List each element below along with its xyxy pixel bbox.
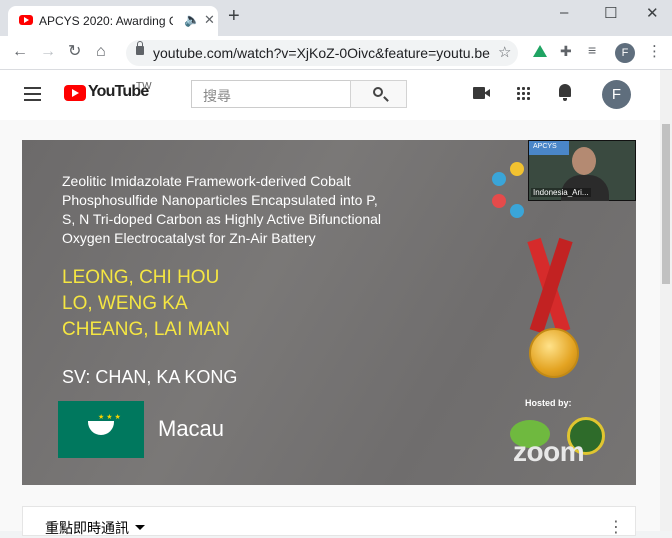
close-window-button[interactable]: ✕ <box>646 4 659 22</box>
media-control-icon[interactable]: ≡ <box>588 42 596 58</box>
title-line: Oxygen Electrocatalyst for Zn-Air Batter… <box>62 230 316 246</box>
search-icon <box>373 87 383 97</box>
more-options-icon[interactable]: ⋮ <box>608 517 624 537</box>
search-input[interactable]: 搜尋 <box>191 80 351 108</box>
hexagon-icon <box>492 194 506 208</box>
minimize-button[interactable]: – <box>560 4 568 21</box>
reload-button[interactable]: ↻ <box>68 42 81 62</box>
lock-icon[interactable] <box>136 41 144 55</box>
home-button[interactable]: ⌂ <box>96 42 106 62</box>
address-bar[interactable]: youtube.com/watch?v=XjKoZ-0Oivc&feature=… <box>126 40 518 66</box>
browser-tab[interactable]: APCYS 2020: Awarding Cer 🔈 ✕ <box>8 6 218 36</box>
url-text[interactable]: youtube.com/watch?v=XjKoZ-0Oivc&feature=… <box>153 45 490 61</box>
hosted-by-label: Hosted by: <box>525 398 572 408</box>
forward-button[interactable]: → <box>40 42 56 62</box>
youtube-region-label: TW <box>136 81 152 92</box>
youtube-header: YouTube TW 搜尋 F <box>0 70 660 120</box>
speaker-webcam-thumbnail: APCYS Indonesia_Ari... <box>528 140 636 201</box>
country-label: Macau <box>158 416 225 441</box>
lotus-icon <box>88 421 114 435</box>
gold-medal-icon <box>529 328 579 378</box>
tab-close-icon[interactable]: ✕ <box>204 12 215 28</box>
create-video-icon[interactable] <box>473 87 490 99</box>
browser-tab-strip: APCYS 2020: Awarding Cer 🔈 ✕ + – ☐ ✕ <box>0 0 672 36</box>
video-player[interactable]: Zeolitic Imidazolate Framework-derived C… <box>22 140 636 485</box>
hamburger-menu-icon[interactable] <box>24 87 41 101</box>
hexagon-icon <box>510 204 524 218</box>
webcam-banner: APCYS <box>529 141 569 155</box>
apps-grid-icon[interactable] <box>516 86 530 100</box>
speaker-face <box>572 147 596 175</box>
browser-toolbar: ← → ↻ ⌂ youtube.com/watch?v=XjKoZ-0Oivc&… <box>0 36 672 70</box>
new-tab-button[interactable]: + <box>228 6 240 26</box>
maximize-button[interactable]: ☐ <box>604 4 617 22</box>
apcys-molecule-logo <box>492 160 532 220</box>
youtube-favicon-icon <box>19 15 33 25</box>
hexagon-icon <box>510 162 524 176</box>
hexagon-icon <box>492 172 506 186</box>
video-slide-title: Zeolitic Imidazolate Framework-derived C… <box>62 172 462 248</box>
author-name: CHEANG, LAI MAN <box>62 319 230 340</box>
chrome-menu-icon[interactable]: ⋮ <box>647 42 662 60</box>
profile-avatar[interactable]: F <box>615 43 635 63</box>
chat-mode-selector[interactable]: 重點即時通訊 <box>45 518 129 538</box>
participant-name: Indonesia_Ari... <box>531 188 591 197</box>
macau-flag: ★ ★ ★ <box>58 401 144 458</box>
notifications-bell-icon[interactable] <box>557 84 573 102</box>
account-avatar[interactable]: F <box>602 80 631 109</box>
youtube-logo-icon[interactable] <box>64 85 86 101</box>
search-button[interactable] <box>350 80 407 108</box>
extensions-icon[interactable]: ✚ <box>560 43 572 60</box>
google-drive-icon[interactable] <box>533 45 547 57</box>
author-name: LEONG, CHI HOU <box>62 267 220 288</box>
author-name: LO, WENG KA <box>62 293 188 314</box>
chevron-down-icon[interactable] <box>135 525 145 530</box>
star-icon: ★ ★ ★ <box>98 414 121 421</box>
speaker-icon[interactable]: 🔈 <box>184 12 200 28</box>
page-scrollbar[interactable] <box>660 70 672 531</box>
back-button[interactable]: ← <box>12 42 28 62</box>
title-line: S, N Tri-doped Carbon as Highly Active B… <box>62 211 382 227</box>
supervisor-name: SV: CHAN, KA KONG <box>62 367 238 387</box>
tab-title: APCYS 2020: Awarding Cer <box>39 14 173 28</box>
scrollbar-thumb[interactable] <box>662 124 670 284</box>
search-placeholder: 搜尋 <box>203 88 231 104</box>
bookmark-star-icon[interactable]: ☆ <box>498 43 511 61</box>
title-line: Zeolitic Imidazolate Framework-derived C… <box>62 173 351 189</box>
webcam-banner-text: APCYS <box>533 143 557 150</box>
live-chat-panel: 重點即時通訊 ⋮ <box>22 506 636 536</box>
zoom-watermark: zoom <box>513 436 585 467</box>
title-line: Phosphosulfide Nanoparticles Encapsulate… <box>62 192 378 208</box>
